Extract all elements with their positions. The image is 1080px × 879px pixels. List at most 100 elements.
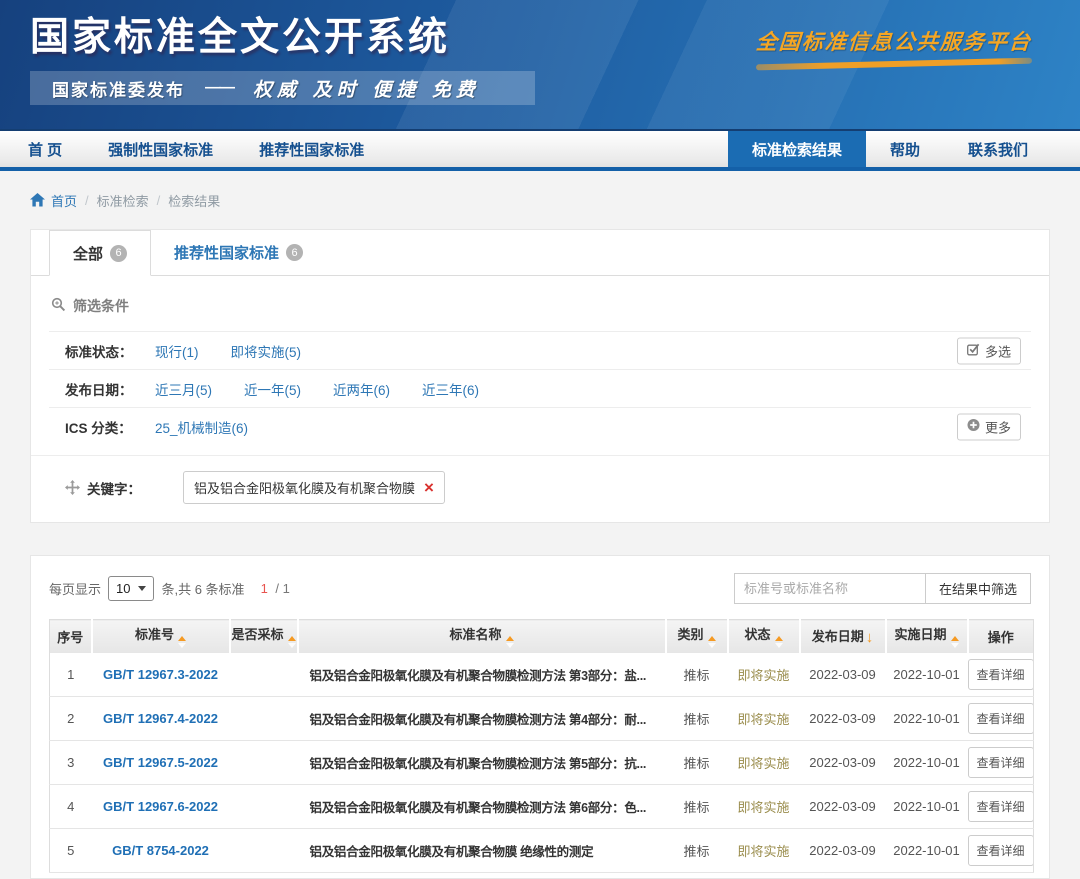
view-detail-button[interactable]: 查看详细 [968,791,1034,822]
table-header-row: 序号 标准号 是否采标标准名称类别 状态 发布日期↓实施日期操作 [50,620,1034,653]
adopted-cell [230,653,298,697]
table-row: 1GB/T 12967.3-2022铝及铝合金阳极氧化膜及有机聚合物膜检测方法 … [50,653,1034,697]
publish-date-cell: 2022-03-09 [800,741,886,785]
column-header-5[interactable]: 状态 [728,620,800,653]
standard-code-link[interactable]: GB/T 12967.3-2022 [92,653,230,697]
standard-code-link[interactable]: GB/T 8754-2022 [92,829,230,873]
standard-name: 铝及铝合金阳极氧化膜及有机聚合物膜检测方法 第6部分：色... [298,785,666,829]
filter-section-title: 筛选条件 [49,276,1031,331]
page-indicator: 1 / 1 [261,581,290,596]
column-label: 状态 [744,627,770,642]
action-cell: 查看详细 [968,653,1034,697]
column-header-0: 序号 [50,620,92,653]
tab-all[interactable]: 全部 6 [49,230,151,276]
row-number: 4 [50,785,92,829]
sort-icon [775,636,783,648]
site-title: 国家标准全文公开系统 [30,6,450,62]
filter-body: 筛选条件 标准状态： 现行(1)即将实施(5) 多选 发布日期： 近三月(5)近… [31,276,1049,445]
nav-item-mandatory-standards[interactable]: 强制性国家标准 [108,139,213,160]
view-detail-button[interactable]: 查看详细 [968,703,1034,734]
more-button[interactable]: 更多 [957,413,1021,440]
standard-name: 铝及铝合金阳极氧化膜及有机聚合物膜检测方法 第5部分：抗... [298,741,666,785]
column-header-6[interactable]: 发布日期↓ [800,620,886,653]
current-page: 1 [261,581,268,596]
nav-item-recommended-standards[interactable]: 推荐性国家标准 [259,139,364,160]
results-count-text: 条,共 6 条标准 [161,579,244,598]
status-cell: 即将实施 [728,697,800,741]
filter-option[interactable]: 即将实施(5) [231,341,302,361]
standard-name: 铝及铝合金阳极氧化膜及有机聚合物膜 绝缘性的测定 [298,829,666,873]
result-tabs: 全部 6 推荐性国家标准 6 [31,230,1049,276]
filter-option[interactable]: 25_机械制造(6) [155,417,248,437]
view-detail-button[interactable]: 查看详细 [968,835,1034,866]
nav-left: 首 页 强制性国家标准 推荐性国家标准 [28,131,364,167]
column-header-4[interactable]: 类别 [666,620,728,653]
column-header-2[interactable]: 是否采标 [230,620,298,653]
results-search-input[interactable] [734,573,926,604]
category-cell: 推标 [666,697,728,741]
tab-recommended-label: 推荐性国家标准 [174,242,279,263]
per-page-select[interactable]: 10 [108,576,154,601]
category-cell: 推标 [666,785,728,829]
column-header-8: 操作 [968,620,1034,653]
platform-name: 全国标准信息公共服务平台 [755,26,1033,56]
breadcrumb-standard-search[interactable]: 标准检索 [97,191,149,210]
nav-item-help[interactable]: 帮助 [866,131,944,167]
category-cell: 推标 [666,829,728,873]
standards-table: 序号 标准号 是否采标标准名称类别 状态 发布日期↓实施日期操作 1GB/T 12967… [49,619,1034,873]
implement-date-cell: 2022-10-01 [886,653,968,697]
filter-option[interactable]: 近两年(6) [333,379,390,399]
results-card: 每页显示 10 条,共 6 条标准 1 / 1 在结果中筛选 序号标准号是否采标… [30,555,1050,879]
filter-option[interactable]: 近三月(5) [155,379,212,399]
filter-card: 全部 6 推荐性国家标准 6 筛选条件 标准状态： 现行(1) 即将实施(5) 多… [30,229,1050,523]
column-header-3[interactable]: 标准名称 [298,620,666,653]
sort-icon [288,636,296,648]
row-number: 5 [50,829,92,873]
nav-right: 标准检索结果 帮助 联系我们 [728,131,1052,167]
nav-item-search-results[interactable]: 标准检索结果 [728,131,866,167]
breadcrumb: 首页 / 标准检索 / 检索结果 [0,171,1080,211]
breadcrumb-home[interactable]: 首页 [51,191,77,210]
keyword-label: 关键字： [87,478,141,498]
filter-section-label: 筛选条件 [73,296,129,316]
chevron-down-icon [138,586,146,591]
tab-recommended-standards[interactable]: 推荐性国家标准 6 [151,230,326,275]
filter-label-publish-date: 发布日期： [65,379,155,399]
filter-options-status: 现行(1) 即将实施(5) [155,341,301,361]
sort-icon [178,636,186,648]
view-detail-button[interactable]: 查看详细 [968,659,1034,690]
table-row: 4GB/T 12967.6-2022 铝及铝合金阳极氧化膜及有机聚合物膜检测方法 … [50,785,1034,829]
move-arrows-icon [65,480,80,495]
table-row: 2GB/T 12967.4-2022铝及铝合金阳极氧化膜及有机聚合物膜检测方法 … [50,697,1034,741]
view-detail-button[interactable]: 查看详细 [968,747,1034,778]
column-header-1[interactable]: 标准号 [92,620,230,653]
filter-label-status: 标准状态： [65,341,155,361]
implement-date-cell: 2022-10-01 [886,785,968,829]
tab-recommended-count-badge: 6 [286,244,303,261]
standard-code-link[interactable]: GB/T 12967.5-2022 [92,741,230,785]
adopted-cell [230,829,298,873]
filter-option[interactable]: 近一年(5) [244,379,301,399]
nav-item-contact[interactable]: 联系我们 [944,131,1052,167]
filter-row-ics: ICS 分类： 25_机械制造(6) 更多 [49,407,1031,445]
status-cell: 即将实施 [728,653,800,697]
standard-code-link[interactable]: GB/T 12967.6-2022 [92,785,230,829]
row-number: 2 [50,697,92,741]
column-header-7[interactable]: 实施日期 [886,620,968,653]
remove-keyword-icon[interactable]: × [424,482,434,494]
multi-select-button[interactable]: 多选 [957,337,1021,364]
breadcrumb-search-results: 检索结果 [168,191,220,210]
status-cell: 即将实施 [728,829,800,873]
plus-circle-icon [967,419,980,435]
filter-options-publish-date: 近三月(5) 近一年(5) 近两年(6) 近三年(6) [155,379,479,399]
filter-option[interactable]: 近三年(6) [422,379,479,399]
filter-in-results-button[interactable]: 在结果中筛选 [926,573,1031,604]
standard-code-link[interactable]: GB/T 12967.4-2022 [92,697,230,741]
column-label: 标准号 [135,627,174,642]
filter-option[interactable]: 现行(1) [155,341,199,361]
adopted-cell [230,697,298,741]
keyword-tag: 铝及铝合金阳极氧化膜及有机聚合物膜 × [183,471,445,504]
table-row: 3GB/T 12967.5-2022铝及铝合金阳极氧化膜及有机聚合物膜检测方法 … [50,741,1034,785]
column-label: 序号 [57,630,83,645]
nav-item-home[interactable]: 首 页 [28,139,62,160]
